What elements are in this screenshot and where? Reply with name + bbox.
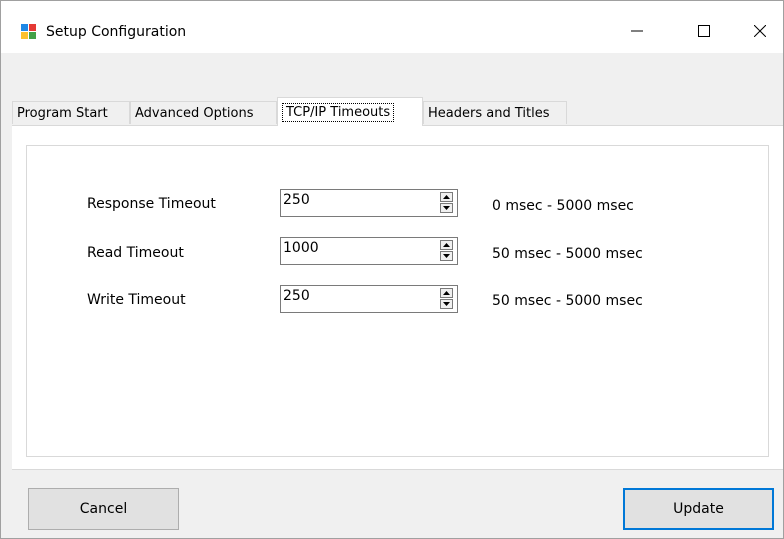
arrow-down-icon xyxy=(443,206,450,210)
close-icon xyxy=(754,25,766,37)
maximize-icon xyxy=(698,25,710,37)
response-timeout-spinner[interactable]: 250 xyxy=(280,189,458,217)
arrow-up-icon xyxy=(443,195,450,199)
read-timeout-spinner[interactable]: 1000 xyxy=(280,237,458,265)
window-title: Setup Configuration xyxy=(46,24,187,40)
update-button[interactable]: Update xyxy=(623,488,774,530)
close-button[interactable] xyxy=(737,9,783,53)
tab-panel-tcp-ip-timeouts: Response Timeout 250 0 msec - 5000 msec … xyxy=(12,125,783,470)
minimize-icon xyxy=(631,25,643,37)
write-timeout-range: 50 msec - 5000 msec xyxy=(492,293,643,309)
arrow-down-icon xyxy=(443,254,450,258)
tab-tcp-ip-timeouts[interactable]: TCP/IP Timeouts xyxy=(277,97,423,126)
spinner-up-button[interactable] xyxy=(440,240,453,250)
arrow-up-icon xyxy=(443,291,450,295)
spinner-up-button[interactable] xyxy=(440,288,453,298)
title-bar: Setup Configuration xyxy=(1,1,783,53)
spinner-down-button[interactable] xyxy=(440,251,453,261)
spinner-arrows xyxy=(440,240,453,262)
timeouts-group: Response Timeout 250 0 msec - 5000 msec … xyxy=(26,145,769,457)
response-timeout-range: 0 msec - 5000 msec xyxy=(492,198,634,214)
arrow-up-icon xyxy=(443,243,450,247)
read-timeout-range: 50 msec - 5000 msec xyxy=(492,246,643,262)
cancel-button-label: Cancel xyxy=(79,501,128,517)
tab-label: Program Start xyxy=(17,106,108,121)
spinner-value: 1000 xyxy=(283,240,319,256)
app-icon xyxy=(20,23,37,40)
maximize-button[interactable] xyxy=(681,9,727,53)
read-timeout-label: Read Timeout xyxy=(87,245,184,261)
spinner-down-button[interactable] xyxy=(440,299,453,309)
spinner-arrows xyxy=(440,288,453,310)
spinner-down-button[interactable] xyxy=(440,203,453,213)
setup-configuration-window: Setup Configuration Program Start Advanc… xyxy=(0,0,784,539)
cancel-button[interactable]: Cancel xyxy=(28,488,179,530)
spinner-up-button[interactable] xyxy=(440,192,453,202)
tab-headers-and-titles[interactable]: Headers and Titles xyxy=(423,101,567,124)
spinner-value: 250 xyxy=(283,288,310,304)
tab-program-start[interactable]: Program Start xyxy=(12,101,130,124)
minimize-button[interactable] xyxy=(614,9,660,53)
tab-strip: Program Start Advanced Options TCP/IP Ti… xyxy=(1,53,783,127)
write-timeout-spinner[interactable]: 250 xyxy=(280,285,458,313)
tab-label: TCP/IP Timeouts xyxy=(282,103,395,122)
update-button-label: Update xyxy=(673,501,724,517)
spinner-arrows xyxy=(440,192,453,214)
tab-label: Advanced Options xyxy=(135,106,254,121)
write-timeout-label: Write Timeout xyxy=(87,292,186,308)
arrow-down-icon xyxy=(443,302,450,306)
spinner-value: 250 xyxy=(283,192,310,208)
tab-advanced-options[interactable]: Advanced Options xyxy=(130,101,277,124)
tab-label: Headers and Titles xyxy=(428,106,550,121)
response-timeout-label: Response Timeout xyxy=(87,196,216,212)
